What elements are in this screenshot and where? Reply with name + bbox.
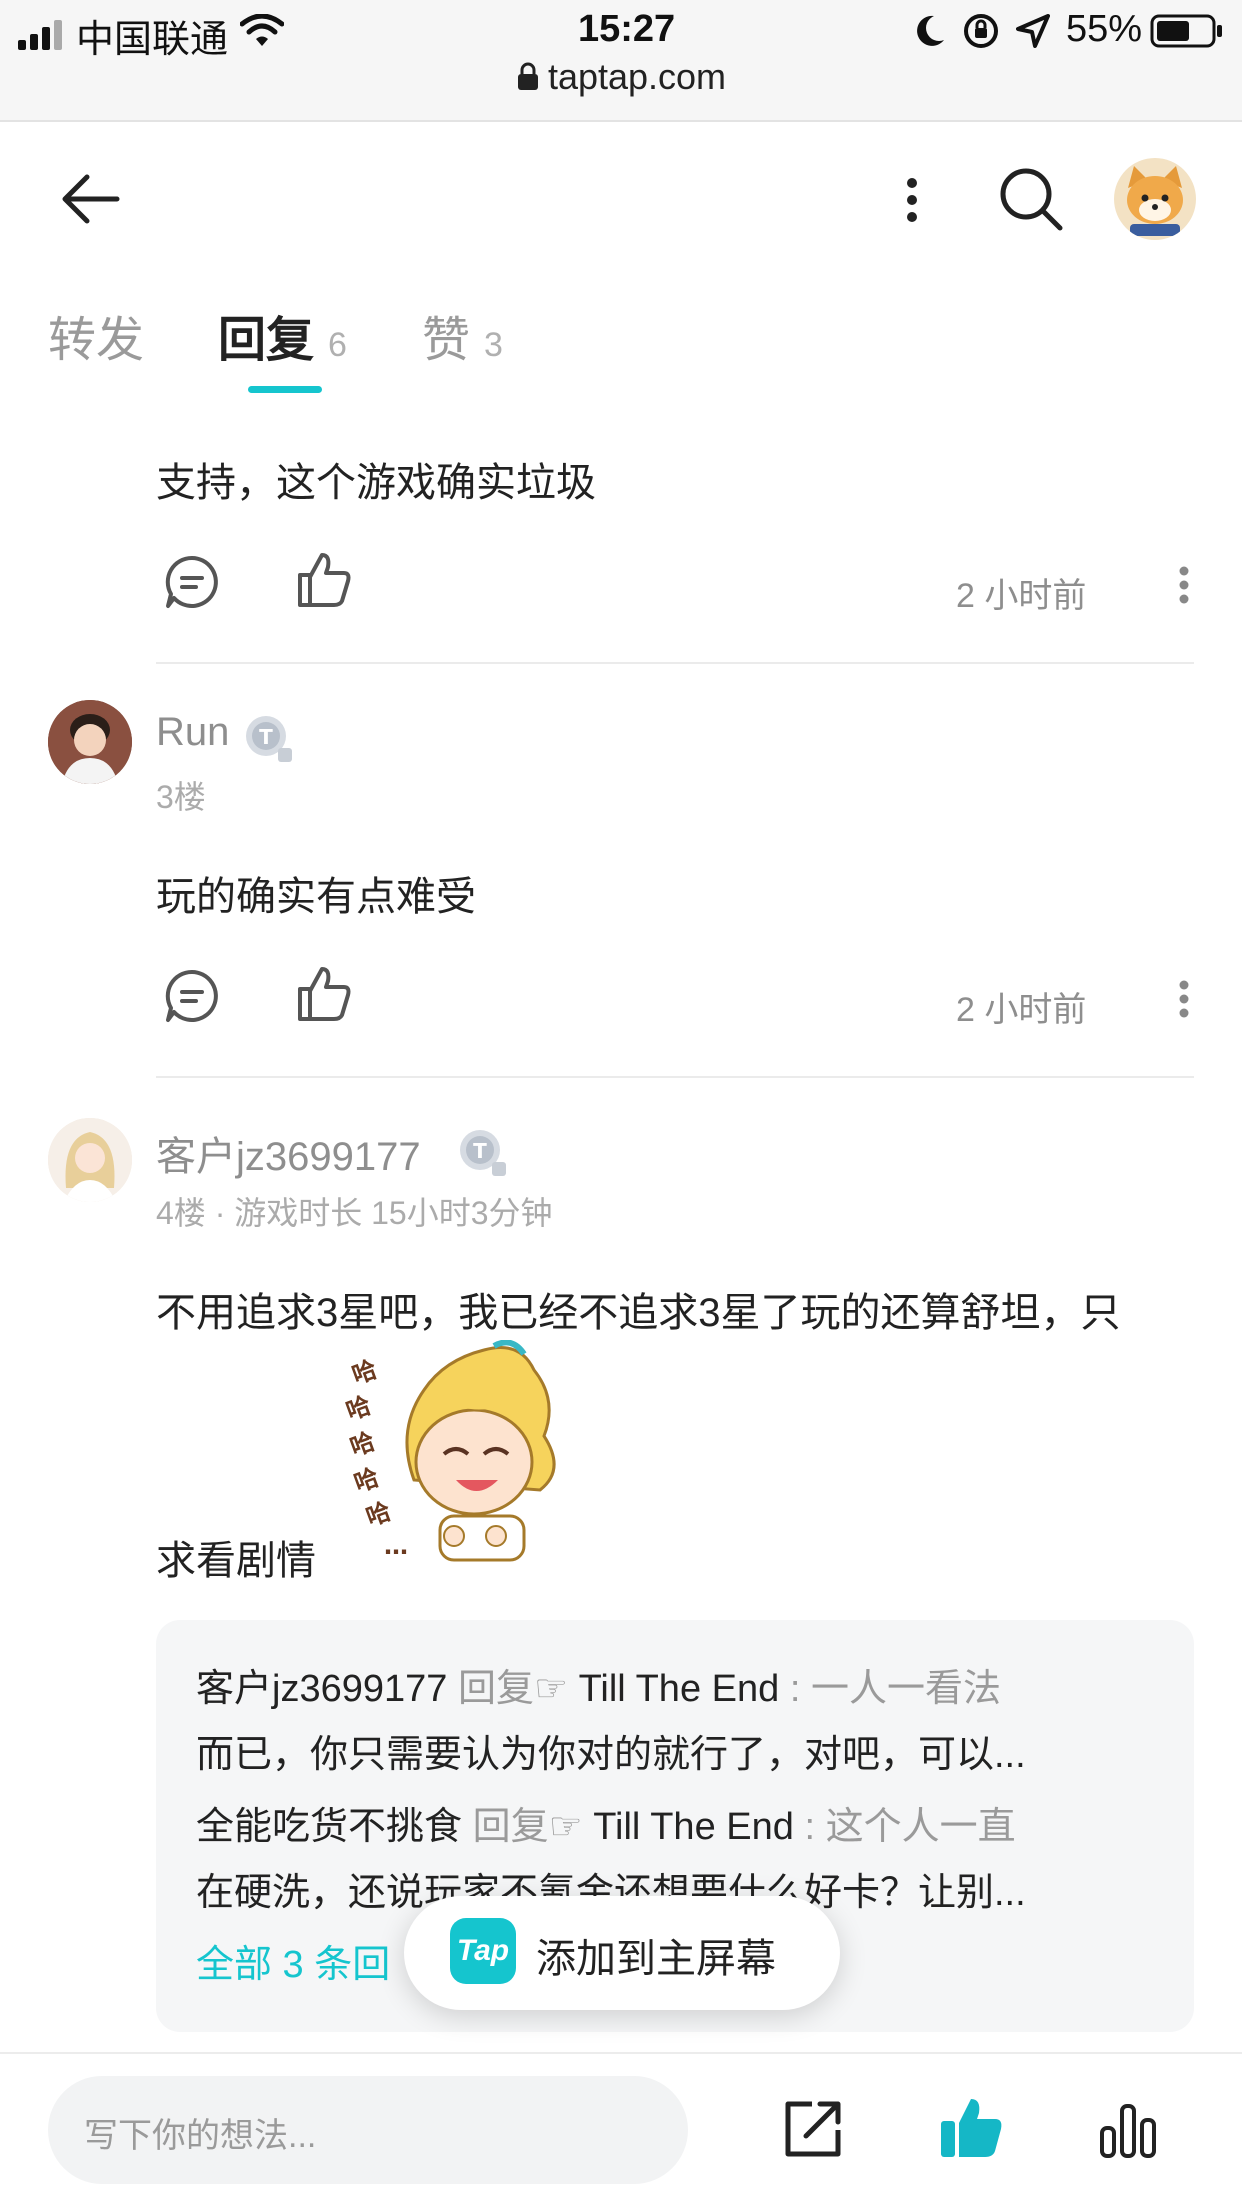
svg-text:哈: 哈	[350, 1463, 382, 1498]
active-tab-indicator	[248, 386, 322, 393]
more-button[interactable]	[892, 168, 932, 232]
comment-text: 玩的确实有点难受	[156, 875, 476, 919]
pointing-hand-icon: ☞	[533, 1668, 579, 1710]
address-bar[interactable]: taptap.com	[0, 56, 1242, 101]
search-button[interactable]	[996, 162, 1066, 236]
tab-label: 赞	[422, 314, 471, 367]
reply-target[interactable]: Till The End	[593, 1806, 794, 1848]
signal-icon	[18, 20, 68, 50]
battery-icon	[1150, 14, 1224, 53]
svg-text:…: …	[384, 1532, 408, 1560]
reply-text: 而已，你只需要认为你对的就行了，对吧，可以...	[196, 1734, 1026, 1776]
url-text: taptap.com	[547, 56, 727, 97]
tab-label: 回复	[218, 314, 315, 367]
carrier-label: 中国联通	[76, 19, 229, 61]
laughing-girl-sticker-icon: 哈 哈 哈 哈 哈 …	[342, 1339, 556, 1562]
comment-floor: 4楼 · 游戏时长 15小时3分钟	[156, 1195, 553, 1231]
reply-action: 回复	[472, 1806, 549, 1848]
moon-icon	[914, 14, 946, 53]
taptap-logo: Tap	[450, 1918, 516, 1984]
thumbs-up-icon	[298, 967, 351, 1021]
svg-text:哈: 哈	[344, 1391, 375, 1426]
tab-label: 转发	[48, 314, 145, 367]
comment-input-placeholder: 写下你的想法...	[84, 2117, 317, 2155]
level-badge: T	[458, 1128, 508, 1183]
toast-label: 添加到主屏幕	[536, 1937, 776, 1981]
share-button[interactable]	[780, 2096, 846, 2162]
comment-bubble-icon	[165, 555, 218, 608]
level-badge-icon: T	[460, 1130, 506, 1176]
comment-author[interactable]: 客户jz3699177	[156, 1124, 421, 1182]
level-badge-icon: T	[246, 716, 292, 762]
bar-chart-icon	[1100, 2104, 1156, 2158]
battery-percent: 55%	[1066, 8, 1143, 50]
avatar-anime-girl-icon	[48, 1118, 132, 1202]
comment-floor: 3楼	[156, 779, 206, 815]
more-vertical-icon	[1179, 566, 1189, 604]
clock: 15:27	[578, 8, 676, 50]
comment-time: 2 小时前	[956, 991, 1087, 1029]
lock-icon	[516, 59, 540, 101]
comment-bubble-icon	[165, 969, 218, 1022]
avatar[interactable]	[48, 700, 132, 784]
reply-button[interactable]	[162, 966, 222, 1026]
tab-count: 3	[484, 326, 503, 364]
reply-separator: :	[789, 1668, 801, 1710]
divider	[156, 662, 1194, 664]
tab-count: 6	[328, 326, 347, 364]
sticker-image: 哈 哈 哈 哈 哈 …	[342, 1339, 576, 1570]
reply-item[interactable]: 客户jz3699177 回复☞ Till The End : 一人一看法 而已，…	[196, 1656, 1156, 1788]
orientation-lock-icon	[962, 12, 1000, 55]
reply-text: 一人一看法	[810, 1668, 1001, 1710]
svg-text:T: T	[259, 725, 273, 749]
share-icon	[785, 2101, 841, 2157]
svg-text:T: T	[473, 1139, 487, 1163]
comment-time: 2 小时前	[956, 577, 1087, 615]
reply-separator: :	[804, 1806, 815, 1848]
svg-text:哈: 哈	[348, 1355, 380, 1390]
location-icon	[1016, 14, 1050, 53]
search-icon	[1000, 168, 1063, 231]
comment-author[interactable]: Run	[156, 710, 229, 755]
reply-action: 回复	[457, 1668, 534, 1710]
comment-text: 求看剧情	[156, 1539, 316, 1583]
avatar-dog-icon	[1127, 166, 1183, 236]
divider	[156, 1076, 1194, 1078]
more-vertical-icon	[907, 178, 917, 222]
back-button[interactable]	[54, 162, 128, 236]
reply-target[interactable]: Till The End	[579, 1668, 780, 1710]
comment-more-button[interactable]	[1166, 560, 1202, 610]
comment-text: 支持，这个游戏确实垃圾	[156, 461, 596, 505]
thumbs-up-filled-icon	[941, 2099, 1002, 2157]
thumbs-up-icon	[298, 553, 351, 607]
avatar-child-icon	[48, 700, 132, 784]
tab-repost[interactable]: 转发	[48, 300, 144, 370]
view-all-replies-link[interactable]: 全部 3 条回	[196, 1932, 390, 1998]
add-to-home-toast[interactable]: Tap 添加到主屏幕	[404, 1896, 840, 2010]
stats-button[interactable]	[1096, 2098, 1160, 2162]
comment-input[interactable]: 写下你的想法...	[48, 2076, 688, 2184]
level-badge: T	[244, 714, 294, 769]
reply-author[interactable]: 全能吃货不挑食	[196, 1806, 462, 1848]
back-arrow-icon	[62, 174, 120, 224]
reply-button[interactable]	[162, 552, 222, 612]
user-avatar-button[interactable]	[1114, 158, 1196, 240]
status-bar: 中国联通 15:27 55% taptap.com	[0, 0, 1242, 122]
svg-text:哈: 哈	[362, 1497, 394, 1532]
pointing-hand-icon: ☞	[548, 1806, 594, 1848]
more-vertical-icon	[1179, 980, 1189, 1018]
reply-author[interactable]: 客户jz3699177	[196, 1668, 447, 1710]
comment-more-button[interactable]	[1166, 974, 1202, 1024]
avatar[interactable]	[48, 1118, 132, 1202]
tab-replies[interactable]: 回复 6	[218, 300, 347, 370]
svg-text:哈: 哈	[346, 1427, 378, 1462]
like-button[interactable]	[294, 548, 354, 612]
comment-text: 不用追求3星吧，我已经不追求3星了玩的还算舒坦，只	[156, 1291, 1121, 1335]
like-button[interactable]	[294, 962, 354, 1026]
like-post-button[interactable]	[938, 2092, 1004, 2162]
wifi-icon	[239, 13, 285, 53]
taptap-logo-text: Tap	[456, 1934, 510, 1967]
reply-text: 这个人一直	[825, 1806, 1016, 1848]
tab-likes[interactable]: 赞3	[422, 300, 503, 370]
